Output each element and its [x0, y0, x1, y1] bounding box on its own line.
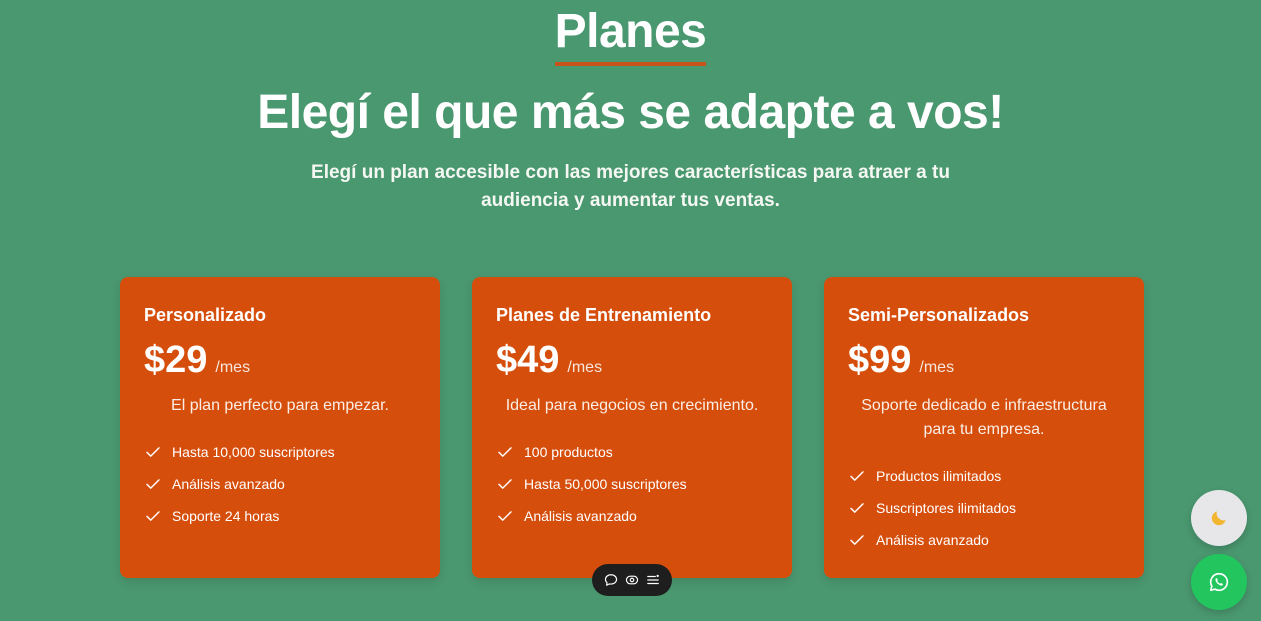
- feature-item: Análisis avanzado: [848, 524, 1120, 556]
- feature-label: Análisis avanzado: [172, 476, 285, 492]
- feature-label: Suscriptores ilimitados: [876, 500, 1017, 516]
- feature-label: Productos ilimitados: [876, 468, 1002, 484]
- plan-description: Soporte dedicado e infraestructura para …: [861, 397, 1107, 438]
- price-row: $29 /mes: [144, 338, 416, 382]
- feature-label: Hasta 50,000 suscriptores: [524, 476, 687, 492]
- feature-list: 100 productos Hasta 50,000 suscriptores …: [496, 436, 768, 532]
- feature-item: Hasta 50,000 suscriptores: [496, 468, 768, 500]
- check-icon: [498, 479, 512, 489]
- plan-name: Semi-Personalizados: [848, 305, 1030, 325]
- check-icon: [850, 503, 864, 513]
- plan-name: Personalizado: [144, 305, 267, 325]
- plan-card-semi-personalizados[interactable]: Semi-Personalizados $99 /mes Soporte ded…: [824, 277, 1144, 578]
- feature-item: Análisis avanzado: [144, 468, 416, 500]
- feature-item: Soporte 24 horas: [144, 500, 416, 532]
- plan-card-personalizado[interactable]: Personalizado $29 /mes El plan perfecto …: [120, 277, 440, 578]
- check-icon: [850, 471, 864, 481]
- plan-description: Ideal para negocios en crecimiento.: [505, 397, 759, 414]
- moon-icon: [1211, 511, 1226, 526]
- feature-list: Productos ilimitados Suscriptores ilimit…: [848, 460, 1120, 556]
- feature-item: 100 productos: [496, 436, 768, 468]
- plan-period: /mes: [215, 359, 251, 376]
- feature-item: Hasta 10,000 suscriptores: [144, 436, 416, 468]
- plan-price: $99: [848, 339, 912, 381]
- plan-period: /mes: [919, 359, 955, 376]
- price-row: $99 /mes: [848, 338, 1120, 382]
- feature-item: Análisis avanzado: [496, 500, 768, 532]
- check-icon: [498, 447, 512, 457]
- feature-label: Análisis avanzado: [876, 532, 989, 548]
- plan-name: Planes de Entrenamiento: [496, 305, 712, 325]
- menu-icon[interactable]: [644, 571, 662, 589]
- page-title: Planes: [554, 4, 707, 66]
- whatsapp-button[interactable]: [1191, 554, 1247, 610]
- check-icon: [498, 511, 512, 521]
- plan-description: El plan perfecto para empezar.: [171, 397, 389, 414]
- feature-item: Productos ilimitados: [848, 460, 1120, 492]
- feature-list: Hasta 10,000 suscriptores Análisis avanz…: [144, 436, 416, 532]
- subtitle: Elegí un plan accesible con las mejores …: [311, 162, 950, 211]
- check-icon: [146, 447, 160, 457]
- check-icon: [146, 479, 160, 489]
- eye-icon[interactable]: [623, 571, 641, 589]
- check-icon: [146, 511, 160, 521]
- plan-period: /mes: [567, 359, 603, 376]
- theme-toggle-button[interactable]: [1191, 490, 1247, 546]
- section-header: Planes: [0, 4, 1261, 66]
- floating-toolbar: [592, 564, 672, 596]
- headline: Elegí el que más se adapte a vos!: [257, 86, 1004, 139]
- price-row: $49 /mes: [496, 338, 768, 382]
- feature-label: 100 productos: [524, 444, 613, 460]
- whatsapp-icon: [1209, 572, 1229, 592]
- feature-label: Hasta 10,000 suscriptores: [172, 444, 335, 460]
- plan-price: $29: [144, 339, 208, 381]
- comment-icon[interactable]: [602, 571, 620, 589]
- plan-card-entrenamiento[interactable]: Planes de Entrenamiento $49 /mes Ideal p…: [472, 277, 792, 578]
- feature-item: Suscriptores ilimitados: [848, 492, 1120, 524]
- feature-label: Análisis avanzado: [524, 508, 637, 524]
- plan-price: $49: [496, 339, 560, 381]
- feature-label: Soporte 24 horas: [172, 508, 280, 524]
- check-icon: [850, 535, 864, 545]
